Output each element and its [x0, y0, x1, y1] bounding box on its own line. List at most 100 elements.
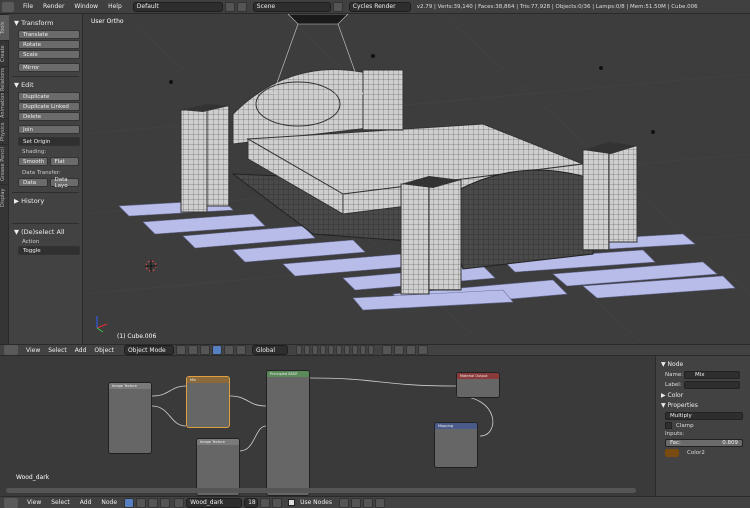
orientation-dropdown[interactable]: Global: [251, 345, 288, 355]
layout-dropdown[interactable]: Default: [132, 1, 223, 12]
close-icon[interactable]: [272, 497, 283, 508]
operator-panel-header[interactable]: ▼ (De)select All: [14, 228, 79, 236]
mix-node[interactable]: Mix: [186, 376, 230, 428]
remove-layout-button[interactable]: [236, 1, 247, 12]
paste-nodes-button[interactable]: [374, 497, 385, 508]
tab-display[interactable]: Display: [0, 184, 9, 210]
set-origin-dropdown[interactable]: Set Origin: [18, 137, 80, 146]
proportional-edit-button[interactable]: [393, 345, 404, 355]
translate-button[interactable]: Translate: [18, 30, 80, 39]
manipulator-toggle[interactable]: [199, 345, 210, 355]
layer-button[interactable]: [319, 345, 326, 355]
node-panel-header[interactable]: ▼ Node: [661, 361, 747, 368]
layer-button[interactable]: [327, 345, 334, 355]
snap-node-button[interactable]: [350, 497, 361, 508]
render-engine-dropdown[interactable]: Cycles Render: [348, 1, 411, 12]
fake-user-button[interactable]: [260, 497, 271, 508]
join-button[interactable]: Join: [18, 125, 80, 134]
layer-button[interactable]: [351, 345, 358, 355]
use-nodes-checkbox[interactable]: [288, 499, 296, 506]
menu-select[interactable]: Select: [44, 347, 71, 354]
rotate-manipulator-button[interactable]: [223, 345, 234, 355]
menu-render[interactable]: Render: [38, 3, 69, 10]
scene-dropdown[interactable]: Scene: [252, 1, 331, 12]
data-button[interactable]: Data: [18, 178, 48, 187]
material-output-node[interactable]: Material Output: [456, 372, 500, 398]
backdrop-button[interactable]: [338, 497, 349, 508]
clamp-checkbox[interactable]: [665, 422, 672, 429]
menu-view[interactable]: View: [22, 499, 46, 506]
tab-physics[interactable]: Physics: [0, 118, 9, 144]
image-texture-node[interactable]: Image Texture: [108, 382, 152, 454]
color2-swatch[interactable]: [665, 449, 679, 457]
shader-nodes-button[interactable]: [124, 497, 135, 508]
duplicate-linked-button[interactable]: Duplicate Linked: [18, 102, 80, 111]
editor-type-icon[interactable]: [2, 1, 14, 12]
add-layout-button[interactable]: [224, 1, 235, 12]
smooth-button[interactable]: Smooth: [18, 157, 48, 166]
layer-button[interactable]: [311, 345, 318, 355]
layer-button[interactable]: [303, 345, 310, 355]
tab-create[interactable]: Create: [0, 40, 9, 66]
render-preview-button[interactable]: [417, 345, 428, 355]
editor-type-icon[interactable]: [4, 345, 18, 355]
object-shader-button[interactable]: [160, 497, 171, 508]
compositing-nodes-button[interactable]: [136, 497, 147, 508]
layer-button[interactable]: [359, 345, 366, 355]
menu-help[interactable]: Help: [103, 3, 127, 10]
delete-button[interactable]: Delete: [18, 112, 80, 121]
principled-bsdf-node[interactable]: Principled BSDF: [266, 370, 310, 496]
material-browse-icon[interactable]: [174, 497, 185, 508]
edit-panel-header[interactable]: ▼ Edit: [14, 81, 79, 89]
layer-buttons[interactable]: [294, 345, 374, 355]
properties-panel-header[interactable]: ▼ Properties: [661, 402, 747, 409]
layer-button[interactable]: [335, 345, 342, 355]
menu-add[interactable]: Add: [75, 499, 97, 506]
fac-slider[interactable]: Fac: 0.809: [665, 439, 743, 447]
tab-tools[interactable]: Tools: [0, 14, 9, 40]
menu-add[interactable]: Add: [71, 347, 91, 354]
duplicate-button[interactable]: Duplicate: [18, 92, 80, 101]
tab-grease-pencil[interactable]: Grease Pencil: [0, 144, 9, 184]
mapping-node[interactable]: Mapping: [434, 422, 478, 468]
mode-dropdown[interactable]: Object Mode: [123, 345, 174, 355]
rotate-button[interactable]: Rotate: [18, 40, 80, 49]
flat-button[interactable]: Flat: [49, 157, 79, 166]
mirror-button[interactable]: Mirror: [18, 63, 80, 72]
tab-animation[interactable]: Animation: [0, 92, 9, 118]
snap-button[interactable]: [405, 345, 416, 355]
node-label-field[interactable]: [684, 381, 740, 389]
data-layout-button[interactable]: Data Layo: [49, 177, 79, 189]
3d-cursor[interactable]: [145, 260, 157, 272]
blend-mode-dropdown[interactable]: Multiply: [665, 412, 743, 420]
lock-icon[interactable]: [381, 345, 392, 355]
add-scene-button[interactable]: [332, 1, 343, 12]
translate-manipulator-button[interactable]: [211, 345, 222, 355]
tab-relations[interactable]: Relations: [0, 66, 9, 92]
menu-file[interactable]: File: [18, 3, 38, 10]
3d-viewport[interactable]: User Ortho (1) Cube.006: [83, 14, 750, 344]
menu-object[interactable]: Object: [90, 347, 118, 354]
scale-button[interactable]: Scale: [18, 50, 80, 59]
menu-window[interactable]: Window: [69, 3, 103, 10]
viewport-shading-button[interactable]: [175, 345, 186, 355]
transform-panel-header[interactable]: ▼ Transform: [14, 19, 79, 27]
texture-nodes-button[interactable]: [148, 497, 159, 508]
editor-type-icon[interactable]: [4, 497, 18, 508]
color-panel-header[interactable]: ▶ Color: [661, 392, 747, 399]
material-users-count[interactable]: 18: [244, 497, 259, 508]
menu-node[interactable]: Node: [96, 499, 122, 506]
layer-button[interactable]: [367, 345, 374, 355]
menu-view[interactable]: View: [22, 347, 44, 354]
layer-button[interactable]: [343, 345, 350, 355]
node-editor[interactable]: Image Texture Mix Principled BSDF Materi…: [0, 356, 655, 496]
history-panel-header[interactable]: ▶ History: [14, 197, 79, 205]
copy-nodes-button[interactable]: [362, 497, 373, 508]
scale-manipulator-button[interactable]: [235, 345, 246, 355]
node-name-field[interactable]: Mix: [684, 371, 740, 379]
pivot-point-button[interactable]: [187, 345, 198, 355]
action-dropdown[interactable]: Toggle: [18, 246, 80, 255]
layer-button[interactable]: [295, 345, 302, 355]
menu-select[interactable]: Select: [46, 499, 75, 506]
horizontal-scrollbar[interactable]: [6, 488, 636, 493]
